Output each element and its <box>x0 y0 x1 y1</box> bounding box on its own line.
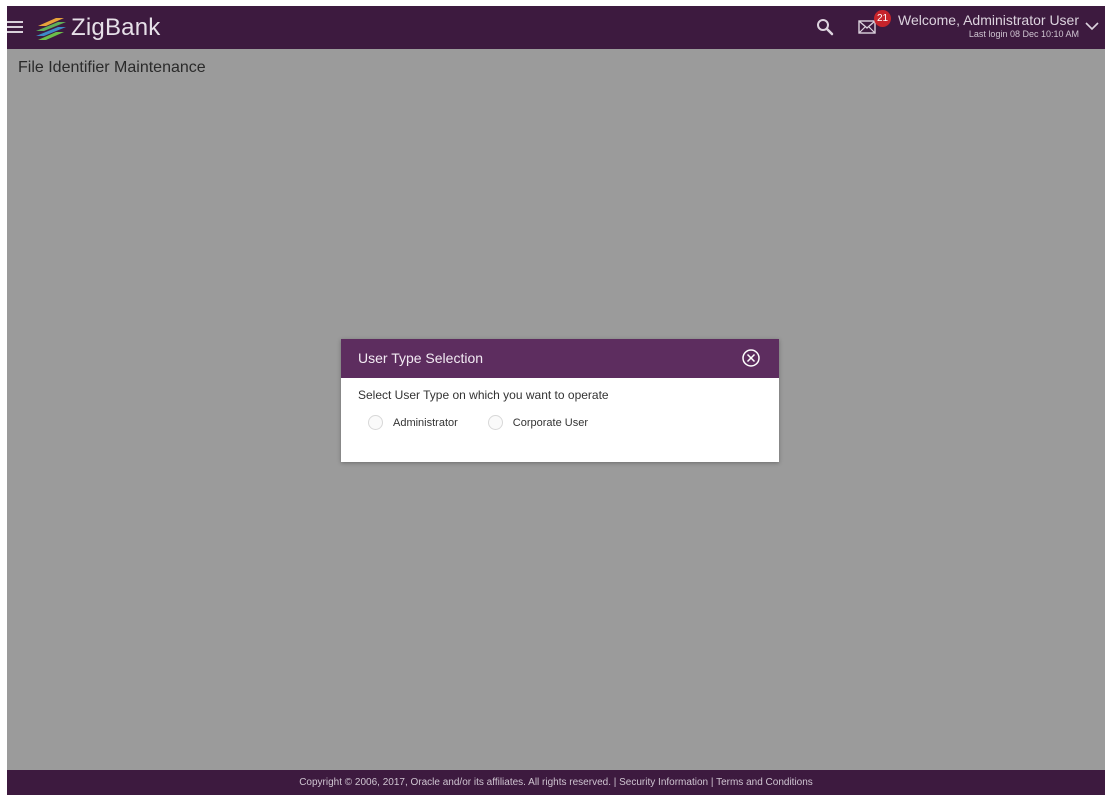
app-name[interactable]: ZigBank <box>71 14 160 42</box>
copyright-text: Copyright © 2006, 2017, Oracle and/or it… <box>299 777 617 788</box>
page-title: File Identifier Maintenance <box>18 59 206 76</box>
mail-icon[interactable] <box>858 20 876 34</box>
administrator-radio[interactable] <box>368 415 383 430</box>
footer: Copyright © 2006, 2017, Oracle and/or it… <box>7 770 1105 795</box>
dialog-prompt: Select User Type on which you want to op… <box>358 388 609 402</box>
user-type-options: Administrator Corporate User <box>358 415 762 430</box>
close-icon[interactable] <box>741 348 761 368</box>
terms-and-conditions-link[interactable]: Terms and Conditions <box>716 777 813 788</box>
option-label: Administrator <box>393 416 458 429</box>
dialog-title: User Type Selection <box>358 350 484 366</box>
corporate-user-radio[interactable] <box>487 415 503 430</box>
option-label: Corporate User <box>512 416 588 429</box>
search-icon[interactable] <box>815 17 835 37</box>
last-login-text: Last login 08 Dec 10:10 AM <box>968 29 1079 39</box>
mail-badge: 21 <box>874 10 891 27</box>
chevron-down-icon[interactable] <box>1085 21 1099 31</box>
footer-separator: | <box>710 777 714 788</box>
welcome-text: Welcome, Administrator User <box>897 12 1079 28</box>
zigbank-logo-icon <box>36 18 66 40</box>
user-menu[interactable]: Welcome, Administrator User Last login 0… <box>898 12 1079 39</box>
dialog-body: Select User Type on which you want to op… <box>341 378 779 440</box>
menu-icon[interactable] <box>7 17 29 37</box>
security-information-link[interactable]: Security Information <box>619 777 708 788</box>
option-administrator[interactable]: Administrator <box>368 415 458 430</box>
dialog-header: User Type Selection <box>341 339 779 378</box>
option-corporate-user[interactable]: Corporate User <box>487 415 588 430</box>
user-type-dialog: User Type Selection Select User Type on … <box>341 339 779 462</box>
app-frame: ZigBank 21 Welcome, Administrator User L… <box>7 6 1105 795</box>
top-header: ZigBank 21 Welcome, Administrator User L… <box>7 6 1105 49</box>
